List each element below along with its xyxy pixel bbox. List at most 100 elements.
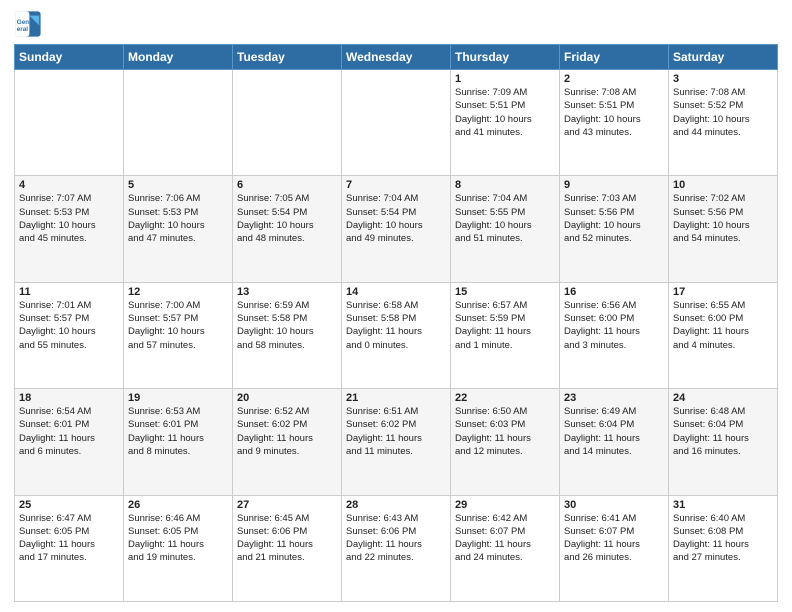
- calendar-cell: 8Sunrise: 7:04 AMSunset: 5:55 PMDaylight…: [451, 176, 560, 282]
- weekday-header-thursday: Thursday: [451, 45, 560, 70]
- calendar-cell: [233, 70, 342, 176]
- day-number: 7: [346, 179, 446, 191]
- weekday-header-wednesday: Wednesday: [342, 45, 451, 70]
- day-info: Sunrise: 6:40 AMSunset: 6:08 PMDaylight:…: [673, 512, 773, 565]
- day-info: Sunrise: 6:48 AMSunset: 6:04 PMDaylight:…: [673, 405, 773, 458]
- day-info: Sunrise: 6:53 AMSunset: 6:01 PMDaylight:…: [128, 405, 228, 458]
- calendar-cell: 30Sunrise: 6:41 AMSunset: 6:07 PMDayligh…: [560, 495, 669, 601]
- calendar-cell: 14Sunrise: 6:58 AMSunset: 5:58 PMDayligh…: [342, 282, 451, 388]
- day-number: 2: [564, 73, 664, 85]
- day-info: Sunrise: 6:50 AMSunset: 6:03 PMDaylight:…: [455, 405, 555, 458]
- day-info: Sunrise: 7:08 AMSunset: 5:51 PMDaylight:…: [564, 86, 664, 139]
- day-number: 24: [673, 392, 773, 404]
- calendar-cell: 1Sunrise: 7:09 AMSunset: 5:51 PMDaylight…: [451, 70, 560, 176]
- day-info: Sunrise: 6:41 AMSunset: 6:07 PMDaylight:…: [564, 512, 664, 565]
- calendar-cell: 16Sunrise: 6:56 AMSunset: 6:00 PMDayligh…: [560, 282, 669, 388]
- day-number: 28: [346, 499, 446, 511]
- weekday-header-row: SundayMondayTuesdayWednesdayThursdayFrid…: [15, 45, 778, 70]
- day-number: 30: [564, 499, 664, 511]
- calendar-cell: [15, 70, 124, 176]
- day-number: 6: [237, 179, 337, 191]
- calendar-cell: 26Sunrise: 6:46 AMSunset: 6:05 PMDayligh…: [124, 495, 233, 601]
- day-number: 8: [455, 179, 555, 191]
- day-number: 22: [455, 392, 555, 404]
- day-info: Sunrise: 7:04 AMSunset: 5:55 PMDaylight:…: [455, 192, 555, 245]
- logo-icon: Gen- eral: [14, 10, 42, 38]
- day-number: 5: [128, 179, 228, 191]
- calendar-cell: 2Sunrise: 7:08 AMSunset: 5:51 PMDaylight…: [560, 70, 669, 176]
- day-info: Sunrise: 7:08 AMSunset: 5:52 PMDaylight:…: [673, 86, 773, 139]
- calendar-week-4: 18Sunrise: 6:54 AMSunset: 6:01 PMDayligh…: [15, 389, 778, 495]
- day-number: 1: [455, 73, 555, 85]
- day-info: Sunrise: 6:59 AMSunset: 5:58 PMDaylight:…: [237, 299, 337, 352]
- day-info: Sunrise: 6:42 AMSunset: 6:07 PMDaylight:…: [455, 512, 555, 565]
- day-number: 18: [19, 392, 119, 404]
- calendar-cell: 5Sunrise: 7:06 AMSunset: 5:53 PMDaylight…: [124, 176, 233, 282]
- calendar-cell: 17Sunrise: 6:55 AMSunset: 6:00 PMDayligh…: [669, 282, 778, 388]
- day-info: Sunrise: 7:03 AMSunset: 5:56 PMDaylight:…: [564, 192, 664, 245]
- svg-text:Gen-: Gen-: [17, 19, 31, 26]
- day-number: 3: [673, 73, 773, 85]
- calendar-cell: 25Sunrise: 6:47 AMSunset: 6:05 PMDayligh…: [15, 495, 124, 601]
- weekday-header-saturday: Saturday: [669, 45, 778, 70]
- day-info: Sunrise: 7:00 AMSunset: 5:57 PMDaylight:…: [128, 299, 228, 352]
- calendar-cell: 15Sunrise: 6:57 AMSunset: 5:59 PMDayligh…: [451, 282, 560, 388]
- calendar-week-2: 4Sunrise: 7:07 AMSunset: 5:53 PMDaylight…: [15, 176, 778, 282]
- calendar-cell: 19Sunrise: 6:53 AMSunset: 6:01 PMDayligh…: [124, 389, 233, 495]
- day-number: 19: [128, 392, 228, 404]
- day-number: 31: [673, 499, 773, 511]
- weekday-header-tuesday: Tuesday: [233, 45, 342, 70]
- day-number: 12: [128, 286, 228, 298]
- calendar-cell: 23Sunrise: 6:49 AMSunset: 6:04 PMDayligh…: [560, 389, 669, 495]
- day-info: Sunrise: 7:07 AMSunset: 5:53 PMDaylight:…: [19, 192, 119, 245]
- calendar-cell: 3Sunrise: 7:08 AMSunset: 5:52 PMDaylight…: [669, 70, 778, 176]
- calendar-cell: 27Sunrise: 6:45 AMSunset: 6:06 PMDayligh…: [233, 495, 342, 601]
- calendar-week-5: 25Sunrise: 6:47 AMSunset: 6:05 PMDayligh…: [15, 495, 778, 601]
- day-number: 21: [346, 392, 446, 404]
- day-number: 4: [19, 179, 119, 191]
- weekday-header-monday: Monday: [124, 45, 233, 70]
- day-number: 17: [673, 286, 773, 298]
- weekday-header-sunday: Sunday: [15, 45, 124, 70]
- calendar-cell: 13Sunrise: 6:59 AMSunset: 5:58 PMDayligh…: [233, 282, 342, 388]
- calendar-cell: 4Sunrise: 7:07 AMSunset: 5:53 PMDaylight…: [15, 176, 124, 282]
- day-info: Sunrise: 7:02 AMSunset: 5:56 PMDaylight:…: [673, 192, 773, 245]
- day-info: Sunrise: 6:47 AMSunset: 6:05 PMDaylight:…: [19, 512, 119, 565]
- calendar-cell: 12Sunrise: 7:00 AMSunset: 5:57 PMDayligh…: [124, 282, 233, 388]
- calendar-cell: 31Sunrise: 6:40 AMSunset: 6:08 PMDayligh…: [669, 495, 778, 601]
- day-number: 26: [128, 499, 228, 511]
- day-number: 11: [19, 286, 119, 298]
- day-info: Sunrise: 7:06 AMSunset: 5:53 PMDaylight:…: [128, 192, 228, 245]
- calendar-table: SundayMondayTuesdayWednesdayThursdayFrid…: [14, 44, 778, 602]
- day-info: Sunrise: 6:58 AMSunset: 5:58 PMDaylight:…: [346, 299, 446, 352]
- day-info: Sunrise: 7:04 AMSunset: 5:54 PMDaylight:…: [346, 192, 446, 245]
- svg-text:eral: eral: [17, 26, 28, 33]
- calendar-cell: 10Sunrise: 7:02 AMSunset: 5:56 PMDayligh…: [669, 176, 778, 282]
- day-info: Sunrise: 6:52 AMSunset: 6:02 PMDaylight:…: [237, 405, 337, 458]
- day-number: 14: [346, 286, 446, 298]
- day-info: Sunrise: 6:55 AMSunset: 6:00 PMDaylight:…: [673, 299, 773, 352]
- day-info: Sunrise: 6:43 AMSunset: 6:06 PMDaylight:…: [346, 512, 446, 565]
- day-info: Sunrise: 6:57 AMSunset: 5:59 PMDaylight:…: [455, 299, 555, 352]
- weekday-header-friday: Friday: [560, 45, 669, 70]
- calendar-cell: 22Sunrise: 6:50 AMSunset: 6:03 PMDayligh…: [451, 389, 560, 495]
- calendar-cell: 6Sunrise: 7:05 AMSunset: 5:54 PMDaylight…: [233, 176, 342, 282]
- calendar-cell: 28Sunrise: 6:43 AMSunset: 6:06 PMDayligh…: [342, 495, 451, 601]
- calendar-week-1: 1Sunrise: 7:09 AMSunset: 5:51 PMDaylight…: [15, 70, 778, 176]
- day-info: Sunrise: 7:09 AMSunset: 5:51 PMDaylight:…: [455, 86, 555, 139]
- day-info: Sunrise: 7:01 AMSunset: 5:57 PMDaylight:…: [19, 299, 119, 352]
- page: Gen- eral SundayMondayTuesdayWednesdayTh…: [0, 0, 792, 612]
- day-number: 23: [564, 392, 664, 404]
- day-info: Sunrise: 6:54 AMSunset: 6:01 PMDaylight:…: [19, 405, 119, 458]
- calendar-cell: [342, 70, 451, 176]
- day-number: 20: [237, 392, 337, 404]
- calendar-cell: 21Sunrise: 6:51 AMSunset: 6:02 PMDayligh…: [342, 389, 451, 495]
- calendar-week-3: 11Sunrise: 7:01 AMSunset: 5:57 PMDayligh…: [15, 282, 778, 388]
- calendar-cell: 29Sunrise: 6:42 AMSunset: 6:07 PMDayligh…: [451, 495, 560, 601]
- day-number: 15: [455, 286, 555, 298]
- day-number: 25: [19, 499, 119, 511]
- calendar-cell: 20Sunrise: 6:52 AMSunset: 6:02 PMDayligh…: [233, 389, 342, 495]
- day-number: 29: [455, 499, 555, 511]
- calendar-cell: [124, 70, 233, 176]
- day-info: Sunrise: 6:56 AMSunset: 6:00 PMDaylight:…: [564, 299, 664, 352]
